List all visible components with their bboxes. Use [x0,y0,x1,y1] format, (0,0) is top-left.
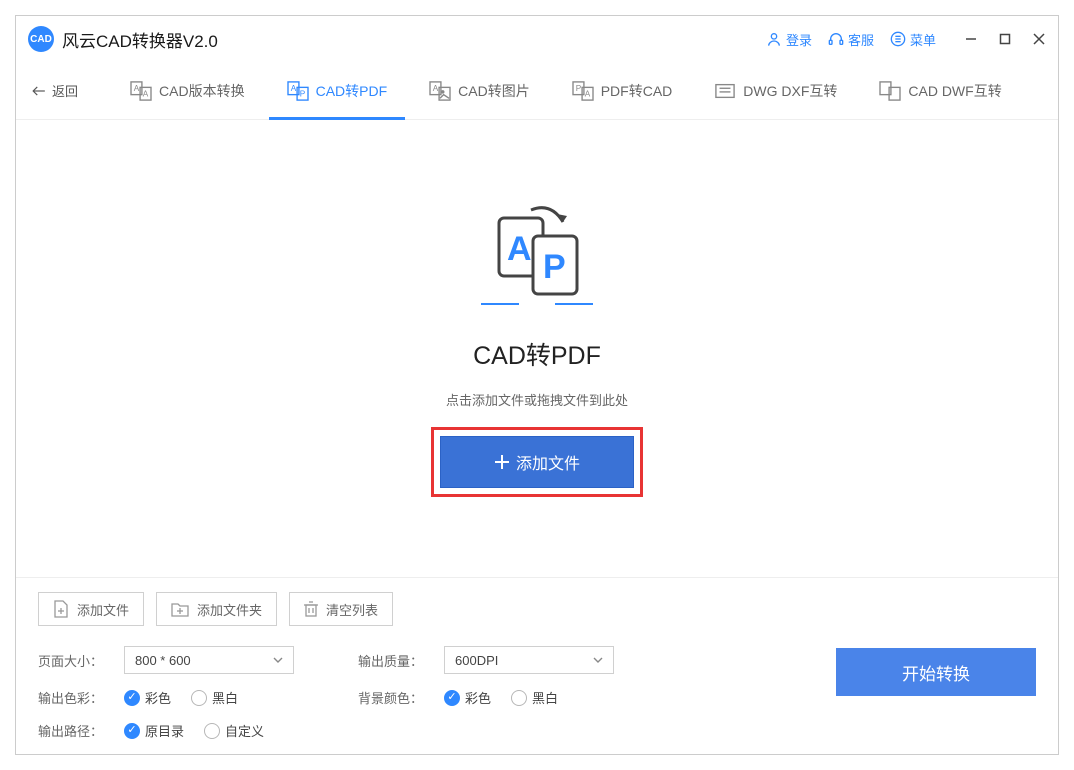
add-file-button[interactable]: 添加文件 [440,436,634,488]
path-label: 输出路径： [38,721,110,740]
arrow-left-icon [30,84,48,98]
cad-pdf-icon: AP [287,81,309,101]
svg-text:A: A [585,89,591,98]
tab-cad-version[interactable]: AA CAD版本转换 [112,62,263,120]
bottom-panel: 添加文件 添加文件夹 清空列表 页面大小： 800 * 600 [16,577,1058,754]
svg-text:A: A [143,89,149,98]
svg-text:A: A [507,230,532,268]
svg-text:P: P [543,248,566,286]
illustration-icon: A P [477,200,597,310]
tab-cad-dwf[interactable]: CAD DWF互转 [861,62,1019,120]
svg-text:A: A [433,84,439,93]
add-folder-action[interactable]: 添加文件夹 [156,592,277,626]
tab-label: DWG DXF互转 [743,81,837,101]
maximize-button[interactable] [998,32,1012,46]
add-file-action[interactable]: 添加文件 [38,592,144,626]
color-radiogroup: 彩色 黑白 [124,688,238,707]
tab-label: CAD DWF互转 [908,81,1001,101]
cad-image-icon: A [429,81,451,101]
path-radiogroup: 原目录 自定义 [124,721,264,740]
app-title: 风云CAD转换器V2.0 [62,27,218,52]
tab-label: PDF转CAD [601,81,673,101]
page-size-dropdown[interactable]: 800 * 600 [124,646,294,674]
tab-label: CAD转PDF [316,81,388,101]
maximize-icon [999,33,1011,45]
svg-text:A: A [134,84,140,93]
back-button[interactable]: 返回 [30,81,78,100]
start-convert-button[interactable]: 开始转换 [836,648,1036,696]
main-subtitle: 点击添加文件或拖拽文件到此处 [446,390,628,409]
path-radio-custom[interactable]: 自定义 [204,721,264,740]
dwg-dxf-icon [714,81,736,101]
trash-icon [304,601,318,617]
bg-label: 背景颜色： [358,688,430,707]
menu-button[interactable]: 菜单 [890,30,936,49]
minimize-icon [965,33,977,45]
cad-dwf-icon [879,81,901,101]
svg-text:P: P [575,84,581,93]
file-plus-icon [53,600,69,618]
chevron-down-icon [593,657,603,663]
list-icon [890,31,906,47]
color-radio-color[interactable]: 彩色 [124,688,171,707]
doc-convert-icon: AA [130,81,152,101]
bg-radio-bw[interactable]: 黑白 [511,688,558,707]
bg-radiogroup: 彩色 黑白 [444,688,558,707]
add-file-highlight: 添加文件 [431,427,643,497]
clear-list-action[interactable]: 清空列表 [289,592,393,626]
main-title: CAD转PDF [473,336,601,372]
service-button[interactable]: 客服 [828,30,874,49]
tab-cad-to-pdf[interactable]: AP CAD转PDF [269,62,406,120]
minimize-button[interactable] [964,32,978,46]
titlebar: CAD 风云CAD转换器V2.0 登录 客服 菜单 [16,16,1058,62]
bg-radio-color[interactable]: 彩色 [444,688,491,707]
close-button[interactable] [1032,32,1046,46]
tab-pdf-to-cad[interactable]: PA PDF转CAD [554,62,691,120]
close-icon [1033,33,1045,45]
quality-label: 输出质量： [358,651,430,670]
color-label: 输出色彩： [38,688,110,707]
app-logo-icon: CAD [28,26,54,52]
pdf-cad-icon: PA [572,81,594,101]
tabs: 返回 AA CAD版本转换 AP CAD转PDF A CAD转图片 PA PDF… [16,62,1058,120]
user-icon [766,31,782,47]
login-button[interactable]: 登录 [766,30,812,49]
app-window: CAD 风云CAD转换器V2.0 登录 客服 菜单 [15,15,1059,755]
tab-cad-to-image[interactable]: A CAD转图片 [411,62,548,120]
path-radio-original[interactable]: 原目录 [124,721,184,740]
folder-plus-icon [171,601,189,617]
plus-icon [494,454,510,470]
tab-dwg-dxf[interactable]: DWG DXF互转 [696,62,855,120]
chevron-down-icon [273,657,283,663]
page-size-label: 页面大小： [38,651,110,670]
drop-area[interactable]: A P CAD转PDF 点击添加文件或拖拽文件到此处 添加文件 [16,120,1058,577]
quality-dropdown[interactable]: 600DPI [444,646,614,674]
headphones-icon [828,31,844,47]
svg-text:A: A [290,84,296,93]
svg-text:P: P [299,89,305,98]
tab-label: CAD版本转换 [159,81,245,101]
color-radio-bw[interactable]: 黑白 [191,688,238,707]
tab-label: CAD转图片 [458,81,530,101]
